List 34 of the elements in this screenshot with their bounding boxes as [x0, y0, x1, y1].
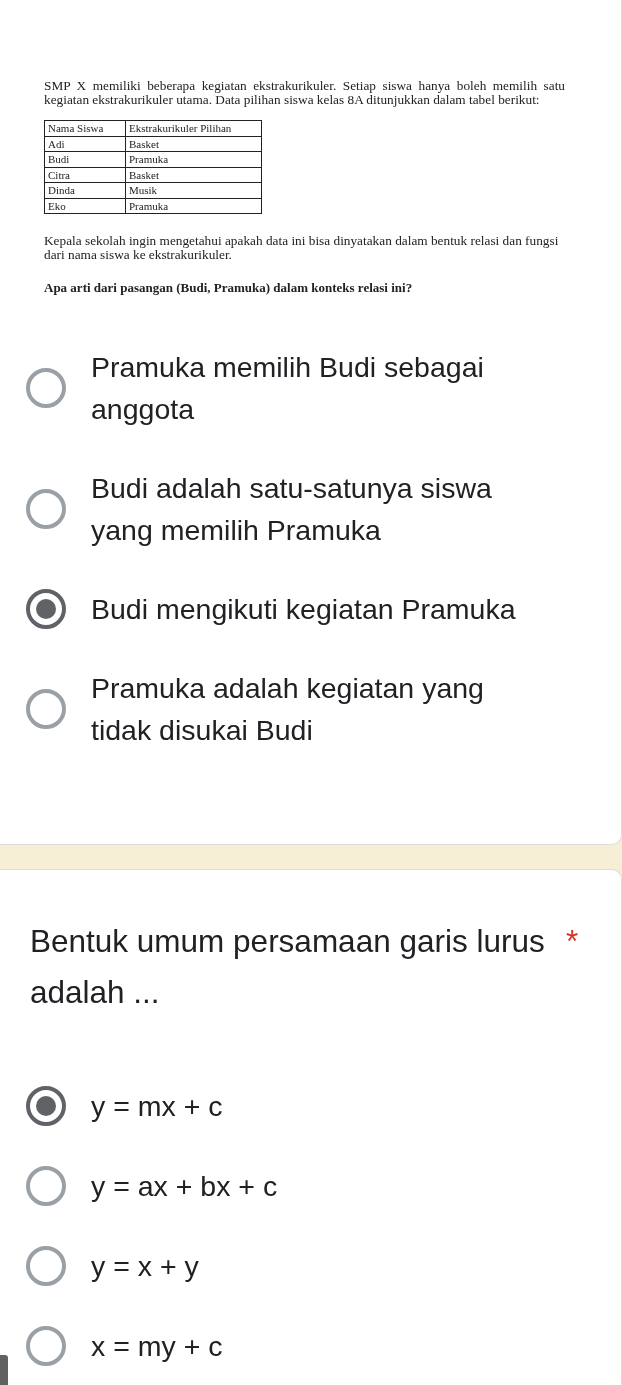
side-handle[interactable] — [0, 1355, 8, 1385]
radio-button[interactable] — [26, 1245, 66, 1286]
table-cell: Basket — [125, 136, 262, 152]
table-header: Nama Siswa — [44, 120, 126, 136]
table-cell: Eko — [44, 198, 126, 214]
table-cell: Citra — [44, 167, 126, 183]
option-label[interactable]: x = my + c — [91, 1324, 223, 1367]
radio-button[interactable] — [26, 688, 66, 729]
option-label[interactable]: Budi mengikuti kegiatan Pramuka — [91, 587, 516, 630]
option-label[interactable]: Budi adalah satu-satunya siswa yang memilih Pramuka — [91, 466, 543, 551]
radio-button[interactable] — [26, 1325, 66, 1366]
option-label[interactable]: y = mx + c — [91, 1084, 223, 1127]
table-header: Ekstrakurikuler Pilihan — [125, 120, 262, 136]
question-title: Bentuk umum persamaan garis lurus adalah ... — [30, 921, 546, 1012]
table-cell: Adi — [44, 136, 126, 152]
required-marker: * — [566, 921, 579, 961]
radio-button[interactable] — [26, 367, 66, 408]
question-prompt: Apa arti dari pasangan (Budi, Pramuka) dalam konteks relasi ini? — [44, 281, 414, 295]
option-label[interactable]: Pramuka adalah kegiatan yang tidak disukai Budi — [91, 666, 543, 751]
table-cell: Pramuka — [125, 198, 262, 214]
option-label[interactable]: y = ax + bx + c — [91, 1164, 278, 1207]
table-cell: Dinda — [44, 182, 126, 198]
table-cell: Budi — [44, 151, 126, 167]
table-cell: Pramuka — [125, 151, 262, 167]
question-text: Kepala sekolah ingin mengetahui apakah data ini bisa dinyatakan dalam bentuk relasi dan fungsi dari nama siswa ke ekstrakurikuler. — [44, 234, 560, 261]
option-label[interactable]: Pramuka memilih Budi sebagai anggota — [91, 345, 543, 430]
option-label[interactable]: y = x + y — [91, 1244, 199, 1287]
radio-button[interactable] — [26, 1085, 66, 1126]
radio-button[interactable] — [26, 1165, 66, 1206]
table-cell: Musik — [125, 182, 262, 198]
table-cell: Basket — [125, 167, 262, 183]
radio-button[interactable] — [26, 488, 66, 529]
question-text: SMP X memiliki beberapa kegiatan ekstrakurikuler. Setiap siswa hanya boleh memilih satu kegiatan ekstrakurikuler utama. Data pilihan siswa kelas 8A ditunjukkan dalam tabel berikut: — [44, 79, 565, 106]
radio-button[interactable] — [26, 588, 66, 629]
